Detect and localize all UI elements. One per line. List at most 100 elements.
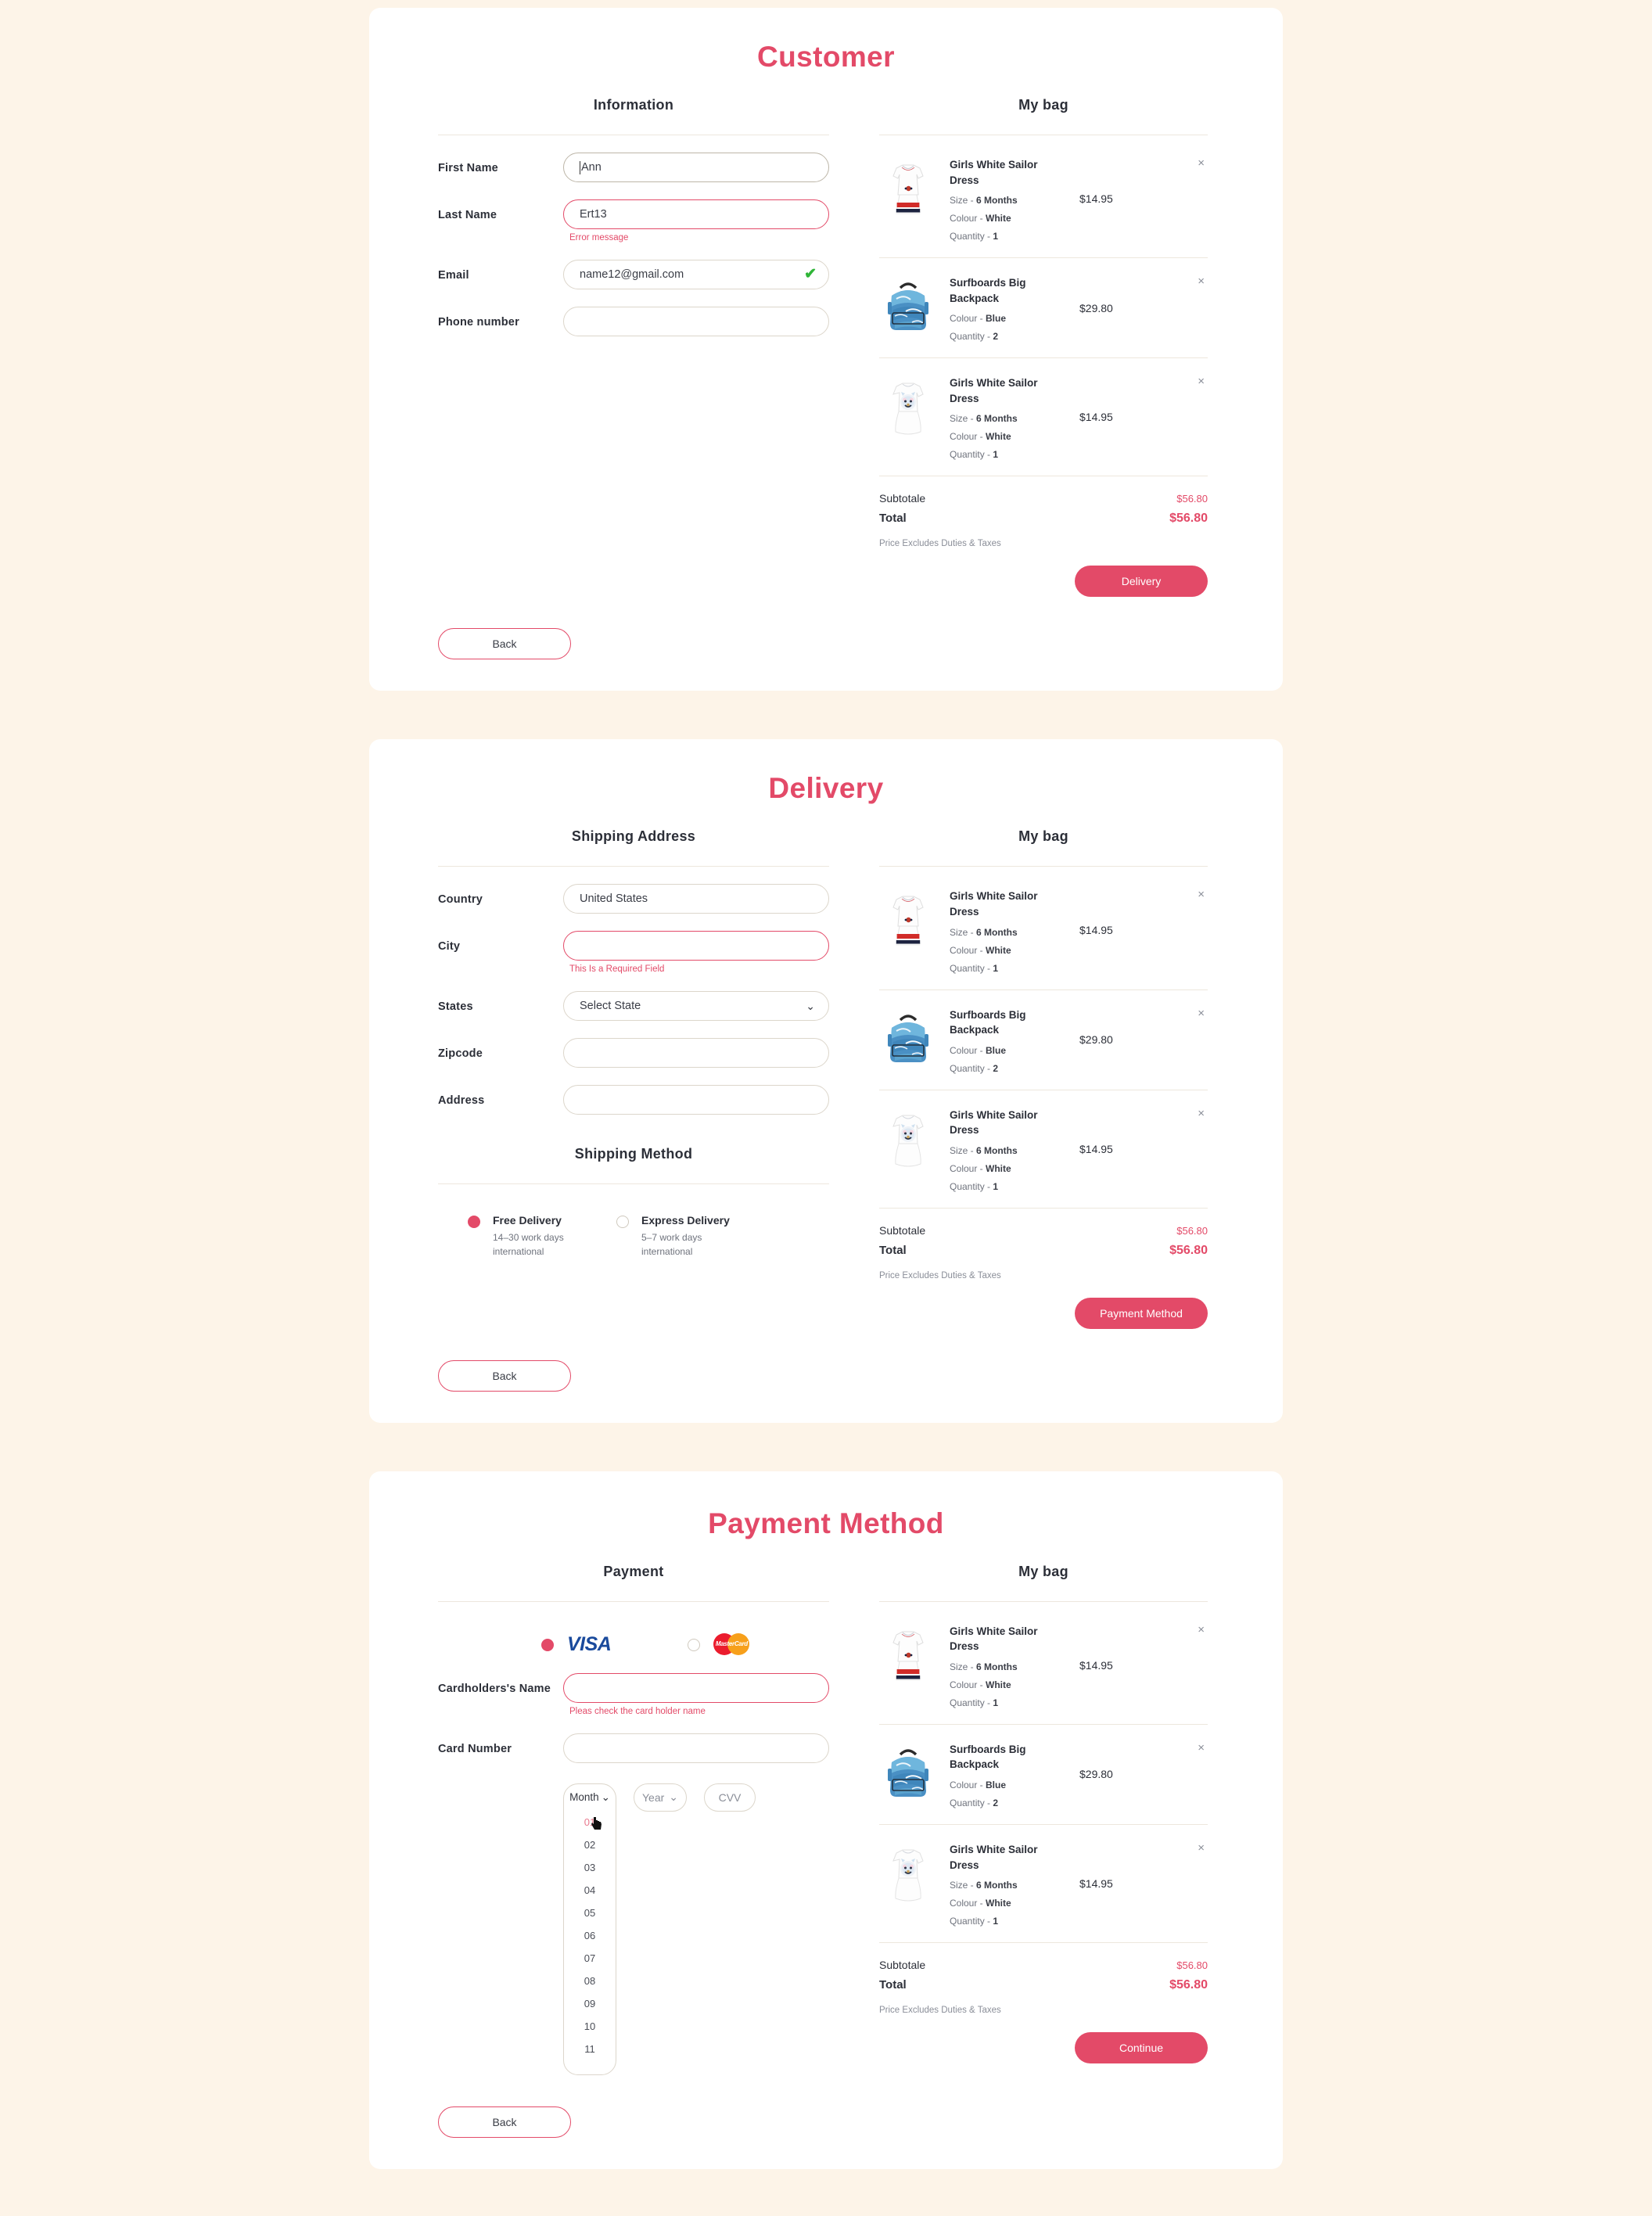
- subtotal-row: Subtotale $56.80: [879, 1959, 1208, 1971]
- remove-item-button[interactable]: ×: [1198, 275, 1205, 287]
- bag-item-attribute: Quantity - 2: [950, 1062, 999, 1074]
- bag-item-attribute-value: 2: [993, 1798, 999, 1808]
- month-option[interactable]: 10: [564, 2015, 616, 2038]
- remove-item-button[interactable]: ×: [1198, 889, 1205, 900]
- shipping-option-text: Express Delivery 5–7 work days internation…: [641, 1214, 730, 1259]
- tax-note: Price Excludes Duties & Taxes: [879, 1270, 1001, 1280]
- input-payment-0[interactable]: [563, 1672, 829, 1703]
- input-customer-2[interactable]: name12@gmail.com: [563, 260, 829, 289]
- remove-item-button[interactable]: ×: [1198, 1108, 1205, 1119]
- shipping-options: Free Delivery 14–30 work days internationa…: [438, 1214, 829, 1259]
- field-label: City: [438, 940, 461, 954]
- input-delivery-2[interactable]: Select State: [563, 991, 829, 1022]
- field-label: First Name: [438, 162, 498, 174]
- month-option[interactable]: 09: [564, 1992, 616, 2015]
- card-brand-option-mastercard[interactable]: MasterCard: [688, 1633, 750, 1656]
- input-payment-1[interactable]: [563, 1733, 829, 1763]
- order-totals: Subtotale $56.80 Total $56.80 Price Excludes…: [879, 1224, 1208, 1280]
- radio-button[interactable]: [616, 1216, 629, 1229]
- bag-item: Surfboards Big Backpack Colour - Blue Quan…: [879, 990, 1208, 1090]
- bag-item-attribute-value: 6 Months: [976, 195, 1018, 207]
- subtotal-value: $56.80: [1176, 493, 1208, 505]
- remove-item-button[interactable]: ×: [1198, 1007, 1205, 1019]
- sailor-dress-image: [892, 1631, 924, 1681]
- remove-item-button[interactable]: ×: [1198, 1842, 1205, 1854]
- back-button-delivery[interactable]: Back: [438, 1359, 571, 1392]
- month-option[interactable]: 02: [564, 1833, 616, 1856]
- month-option[interactable]: 01: [564, 1811, 616, 1833]
- bag-item-name: Girls White Sailor Dress: [950, 1108, 1038, 1137]
- divider: [438, 1183, 829, 1185]
- product-thumbnail: [879, 275, 937, 338]
- month-select-header[interactable]: Month ⌄: [564, 1784, 616, 1811]
- section-customer: Customer Information First Name Ann Last Nam…: [369, 8, 1283, 691]
- bag-item-name: Girls White Sailor Dress: [950, 159, 1038, 186]
- product-thumbnail: [879, 1742, 937, 1805]
- section-title-customer: Customer: [757, 41, 895, 73]
- month-option[interactable]: 11: [564, 2038, 616, 2060]
- remove-item-button[interactable]: ×: [1198, 375, 1205, 387]
- shipping-option-detail: 5–7 work days international: [641, 1232, 702, 1257]
- month-option[interactable]: 07: [564, 1947, 616, 1970]
- form-row: Email name12@gmail.com ✔: [438, 260, 829, 289]
- month-option[interactable]: 03: [564, 1856, 616, 1879]
- checkout-page: Customer Information First Name Ann Last Nam…: [0, 8, 1652, 2216]
- month-option[interactable]: 08: [564, 1970, 616, 1992]
- bag-item-attribute-value: White: [986, 213, 1011, 224]
- form-heading-payment: Payment: [603, 1563, 664, 1579]
- primary-action-button-0[interactable]: Delivery: [1075, 566, 1208, 598]
- card-brand-option-visa[interactable]: VISA: [541, 1633, 612, 1656]
- month-option-list: 01 02 03 04 05 06 07 08 09 10 11: [564, 1811, 616, 2060]
- bag-item-name: Girls White Sailor Dress: [950, 377, 1038, 404]
- shipping-option-detail: 14–30 work days international: [493, 1232, 564, 1257]
- month-option[interactable]: 06: [564, 1924, 616, 1947]
- bag-item-attribute-value: 1: [993, 1697, 999, 1708]
- field-wrapper: [563, 1085, 829, 1115]
- primary-action-button-1[interactable]: Payment Method: [1075, 1297, 1208, 1329]
- primary-action-button-2[interactable]: Continue: [1075, 2032, 1208, 2064]
- bag-item: Surfboards Big Backpack Colour - Blue Quan…: [879, 258, 1208, 359]
- section-footer-customer: Back: [369, 628, 1283, 660]
- cvv-input[interactable]: CVV: [704, 1783, 756, 1812]
- bag-item-attribute: Size - 6 Months: [950, 195, 1018, 207]
- input-delivery-4[interactable]: [563, 1085, 829, 1115]
- remove-item-button[interactable]: ×: [1198, 1742, 1205, 1754]
- input-customer-1[interactable]: Ert13: [563, 199, 829, 229]
- input-delivery-0[interactable]: United States: [563, 884, 829, 914]
- bag-action-row: Delivery: [879, 566, 1208, 598]
- bag-item-name: Girls White Sailor Dress: [950, 1844, 1038, 1871]
- remove-item-button[interactable]: ×: [1198, 157, 1205, 169]
- year-select-label: Year: [641, 1790, 665, 1804]
- shipping-option-free[interactable]: Free Delivery 14–30 work days internationa…: [468, 1214, 616, 1259]
- bag-item-attribute-value: 1: [993, 231, 999, 242]
- month-option[interactable]: 05: [564, 1902, 616, 1924]
- month-option[interactable]: 04: [564, 1879, 616, 1902]
- product-thumbnail: [879, 1624, 937, 1686]
- bag-item-info: Girls White Sailor Dress Size - 6 Months C…: [950, 1624, 1098, 1708]
- month-select[interactable]: Month ⌄ 01 02 03 04 05 06 07 08 09 10 11: [563, 1783, 616, 2075]
- bag-item-info: Girls White Sailor Dress Size - 6 Months C…: [950, 889, 1098, 973]
- valid-check-icon: ✔: [804, 266, 817, 282]
- field-error-message: This Is a Required Field: [569, 964, 665, 975]
- radio-button[interactable]: [468, 1216, 480, 1229]
- radio-button[interactable]: [688, 1639, 701, 1652]
- bag-item-price: $14.95: [1079, 1658, 1113, 1672]
- bag-item-info: Girls White Sailor Dress Size - 6 Months C…: [950, 1108, 1098, 1192]
- year-select[interactable]: Year ⌄: [634, 1783, 687, 1812]
- back-button-customer[interactable]: Back: [438, 628, 571, 660]
- input-customer-0[interactable]: Ann: [563, 153, 829, 182]
- field-wrapper: Ann: [563, 153, 829, 182]
- form-row: Country United States: [438, 884, 829, 914]
- input-customer-3[interactable]: [563, 307, 829, 336]
- chevron-down-icon: ⌄: [601, 1790, 610, 1803]
- shipping-option-express[interactable]: Express Delivery 5–7 work days internation…: [616, 1214, 765, 1259]
- input-delivery-3[interactable]: [563, 1038, 829, 1068]
- bag-item-attribute-value: Blue: [986, 1044, 1007, 1056]
- remove-item-button[interactable]: ×: [1198, 1624, 1205, 1636]
- input-delivery-1[interactable]: [563, 931, 829, 961]
- shipping-option-text: Free Delivery 14–30 work days internationa…: [493, 1214, 564, 1259]
- bag-item-name: Girls White Sailor Dress: [950, 1625, 1038, 1653]
- bag-item-name: Girls White Sailor Dress: [950, 890, 1038, 918]
- back-button-payment[interactable]: Back: [438, 2106, 571, 2138]
- radio-button[interactable]: [541, 1639, 554, 1652]
